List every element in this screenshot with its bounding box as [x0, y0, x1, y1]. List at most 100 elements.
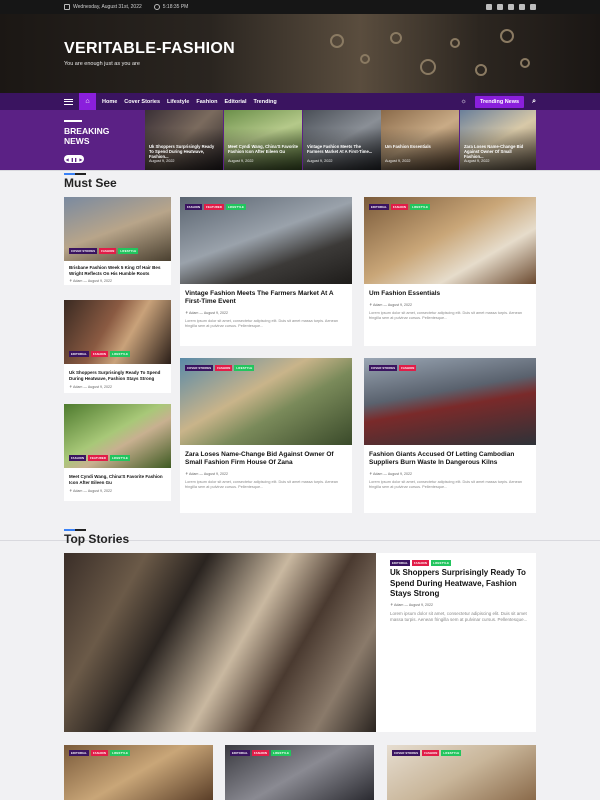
article-title[interactable]: Brisbane Fashion Week 5 King Of Hair Bes… [69, 265, 166, 276]
breaking-card[interactable]: Uk Shoppers Surprisingly Ready To Spend … [145, 110, 223, 170]
featured-story-title[interactable]: Uk Shoppers Surprisingly Ready To Spend … [390, 568, 530, 600]
tag[interactable]: LIFESTYLE [271, 750, 292, 756]
article-title[interactable]: Zara Loses Name-Change Bid Against Owner… [185, 451, 347, 467]
site-title[interactable]: VERITABLE-FASHION [64, 40, 235, 58]
featured-story-image[interactable] [64, 553, 376, 732]
twitter-icon[interactable] [508, 4, 514, 10]
breaking-card-title[interactable]: Meet Cyndi Wang, China'S Favorite Fashio… [228, 144, 298, 154]
prev-icon[interactable]: ◀ [66, 157, 69, 162]
article-title[interactable]: Uk Shoppers Surprisingly Ready To Spend … [69, 370, 166, 381]
article-image[interactable] [364, 358, 536, 445]
article-card[interactable]: EDITORIAL FASHION LIFESTYLE [64, 745, 213, 800]
article-card-small[interactable]: EDITORIAL FASHION LIFESTYLE Uk Shoppers … [64, 300, 171, 393]
tag[interactable]: LIFESTYLE [410, 204, 431, 210]
article-meta: ⚘ Adam — August 9, 2022 [369, 303, 413, 307]
breaking-card[interactable]: Um Fashion Essentials August 9, 2022 [381, 110, 459, 170]
tag[interactable]: LIFESTYLE [431, 560, 452, 566]
youtube-icon[interactable] [519, 4, 525, 10]
article-card[interactable]: COVER STORIES FASHION Fashion Giants Acc… [364, 358, 536, 513]
tag[interactable]: FASHION [422, 750, 440, 756]
tag[interactable]: FASHION [411, 560, 430, 566]
current-date: Wednesday, August 31st, 2022 [73, 4, 142, 10]
tag[interactable]: LIFESTYLE [110, 351, 131, 357]
article-image[interactable] [180, 358, 352, 445]
tag[interactable]: FASHION [90, 351, 109, 357]
breaking-card-title[interactable]: Uk Shoppers Surprisingly Ready To Spend … [149, 144, 219, 159]
date: August 9, 2022 [203, 311, 229, 315]
tag[interactable]: COVER STORIES [185, 365, 214, 371]
tag[interactable]: EDITORIAL [69, 351, 89, 357]
tag[interactable]: LIFESTYLE [110, 750, 131, 756]
article-card[interactable]: COVER STORIES FASHION LIFESTYLE [387, 745, 536, 800]
article-card[interactable]: EDITORIAL FASHION LIFESTYLE [225, 745, 374, 800]
nav-lifestyle[interactable]: Lifestyle [167, 99, 189, 105]
tag[interactable]: FASHION [185, 204, 203, 210]
tag[interactable]: FASHION [69, 455, 87, 461]
tiktok-icon[interactable] [530, 4, 536, 10]
article-card-small[interactable]: COVER STORIES FASHION LIFESTYLE Brisbane… [64, 197, 171, 285]
tag[interactable]: COVER STORIES [69, 248, 98, 254]
breaking-card-title[interactable]: Zara Loses Name-Change Bid Against Owner… [464, 144, 532, 159]
article-card[interactable]: COVER STORIES FASHION LIFESTYLE Zara Los… [180, 358, 352, 513]
author[interactable]: Adam [373, 472, 382, 476]
breaking-card[interactable]: Meet Cyndi Wang, China'S Favorite Fashio… [224, 110, 302, 170]
article-image[interactable] [364, 197, 536, 284]
tag[interactable]: FEATURED [88, 455, 108, 461]
tag[interactable]: COVER STORIES [392, 750, 421, 756]
tag[interactable]: FASHION [390, 204, 409, 210]
breaking-pager[interactable]: ◀ ❚❚ ▶ [64, 155, 84, 163]
nav-fashion[interactable]: Fashion [196, 99, 217, 105]
tag[interactable]: FASHION [215, 365, 233, 371]
author[interactable]: Adam [189, 311, 198, 315]
tag[interactable]: FASHION [251, 750, 270, 756]
article-image[interactable] [180, 197, 352, 284]
article-title[interactable]: Meet Cyndi Wang, China'S Favorite Fashio… [69, 474, 166, 485]
article-tags: EDITORIAL FASHION LIFESTYLE [390, 560, 452, 566]
tag[interactable]: EDITORIAL [390, 560, 410, 566]
article-title[interactable]: Fashion Giants Accused Of Letting Cambod… [369, 451, 531, 467]
tag[interactable]: FASHION [399, 365, 417, 371]
breaking-card-title[interactable]: Um Fashion Essentials [385, 144, 455, 149]
trending-news-button[interactable]: Trending News [474, 95, 525, 108]
home-icon-button[interactable]: ⌂ [79, 93, 96, 110]
article-title[interactable]: Um Fashion Essentials [369, 290, 531, 298]
tag[interactable]: LIFESTYLE [118, 248, 139, 254]
theme-toggle-icon[interactable]: ☼ [461, 98, 467, 105]
tag[interactable]: LIFESTYLE [225, 204, 246, 210]
article-card-small[interactable]: FASHION FEATURED LIFESTYLE Meet Cyndi Wa… [64, 404, 171, 501]
search-icon[interactable]: ⌕ [532, 98, 536, 106]
next-icon[interactable]: ▶ [79, 157, 82, 162]
tag[interactable]: FEATURED [204, 204, 224, 210]
pause-icon[interactable]: ❚❚ [71, 157, 78, 162]
nav-trending[interactable]: Trending [253, 99, 276, 105]
author[interactable]: Adam [73, 385, 82, 389]
article-meta: ⚘ Adam — August 9, 2022 [369, 472, 413, 476]
nav-editorial[interactable]: Editorial [224, 99, 246, 105]
author[interactable]: Adam [73, 489, 82, 493]
tag[interactable]: LIFESTYLE [234, 365, 255, 371]
article-title[interactable]: Vintage Fashion Meets The Farmers Market… [185, 290, 347, 306]
breaking-card[interactable]: Zara Loses Name-Change Bid Against Owner… [460, 110, 536, 170]
featured-story-card[interactable]: EDITORIAL FASHION LIFESTYLE Uk Shoppers … [64, 553, 536, 732]
tag[interactable]: FASHION [99, 248, 117, 254]
tag[interactable]: EDITORIAL [369, 204, 389, 210]
instagram-icon[interactable] [497, 4, 503, 10]
tag[interactable]: FASHION [90, 750, 109, 756]
tag[interactable]: LIFESTYLE [109, 455, 130, 461]
tag[interactable]: EDITORIAL [69, 750, 89, 756]
article-card[interactable]: EDITORIAL FASHION LIFESTYLE Um Fashion E… [364, 197, 536, 346]
menu-icon[interactable] [64, 98, 73, 105]
author[interactable]: Adam [189, 472, 198, 476]
breaking-card[interactable]: Vintage Fashion Meets The Farmers Market… [303, 110, 381, 170]
breaking-card-title[interactable]: Vintage Fashion Meets The Farmers Market… [307, 144, 377, 154]
facebook-icon[interactable] [486, 4, 492, 10]
nav-cover-stories[interactable]: Cover Stories [124, 99, 160, 105]
tag[interactable]: LIFESTYLE [441, 750, 462, 756]
tag[interactable]: EDITORIAL [230, 750, 250, 756]
tag[interactable]: COVER STORIES [369, 365, 398, 371]
author[interactable]: Adam [373, 303, 382, 307]
nav-home[interactable]: Home [102, 99, 117, 105]
article-card[interactable]: FASHION FEATURED LIFESTYLE Vintage Fashi… [180, 197, 352, 346]
author[interactable]: Adam [394, 603, 403, 607]
author[interactable]: Adam [73, 279, 82, 283]
